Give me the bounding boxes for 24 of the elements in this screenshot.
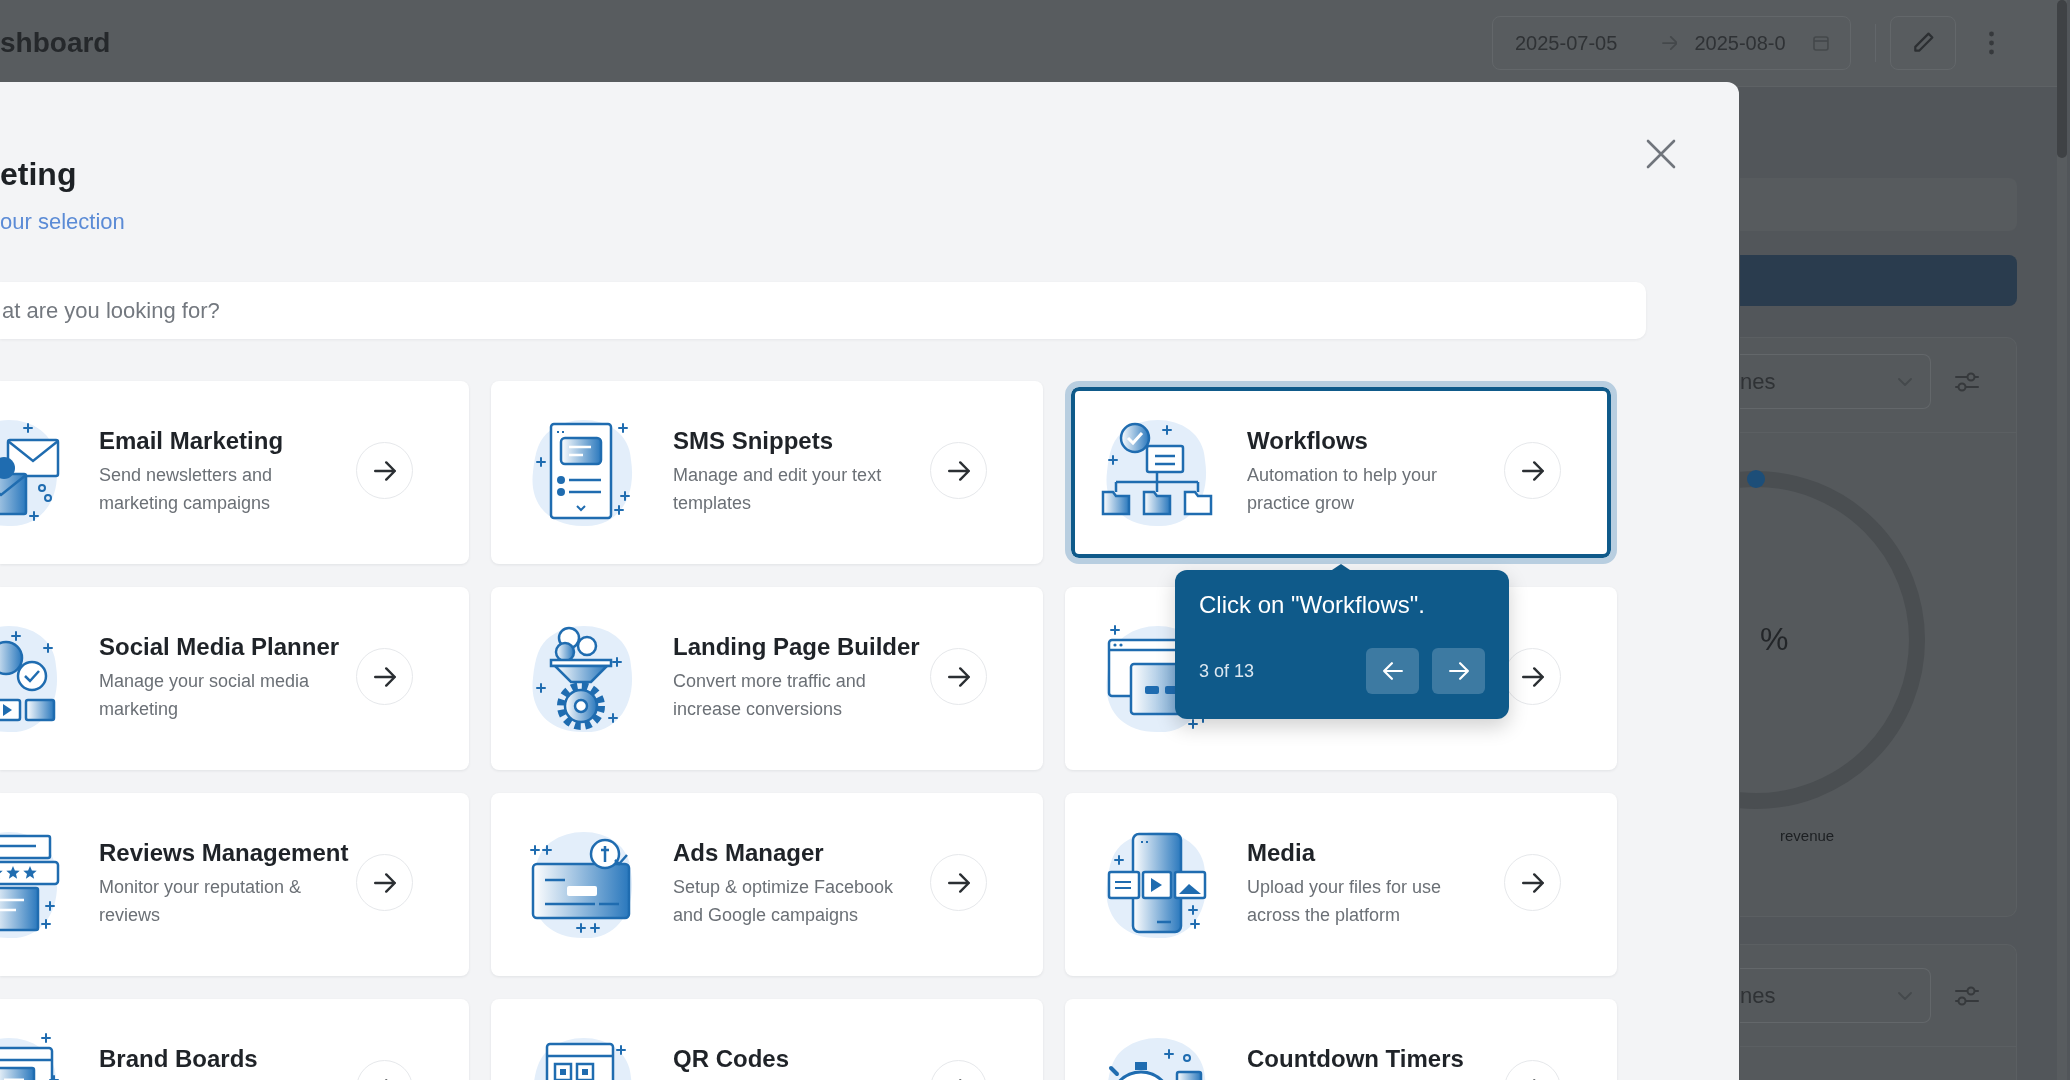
card-description: Upload your files for use across the platform — [1247, 876, 1443, 927]
card-title: Social Media Planner — [99, 632, 340, 662]
card-title: Landing Page Builder — [673, 632, 920, 662]
modal-title: eting — [0, 155, 77, 194]
card-title: QR Codes — [673, 1044, 789, 1074]
card-title: Ads Manager — [673, 838, 824, 868]
card-title: Media — [1247, 838, 1315, 868]
card-title: Email Marketing — [99, 426, 284, 456]
card-title: Brand Boards — [99, 1044, 258, 1074]
card-description: Convert more traffic and increase conversions — [673, 670, 867, 721]
card-title: Reviews Management — [99, 838, 349, 868]
gauge-caption: revenue — [1779, 827, 1836, 845]
card-description: Automation to help your practice grow — [1247, 464, 1439, 515]
card-description: Monitor your reputation & reviews — [99, 876, 303, 927]
card-title: SMS Snippets — [673, 426, 834, 456]
step-counter: 3 of 13 — [1199, 660, 1255, 682]
tooltip-message: Click on "Workflows". — [1199, 590, 1426, 620]
card-description: Manage your social media marketing — [99, 670, 311, 721]
card-title: Countdown Timers — [1247, 1044, 1464, 1074]
card-title: Workflows — [1247, 426, 1368, 456]
card-description: Manage and edit your text templates — [673, 464, 883, 515]
card-description: Setup & optimize Facebook and Google campaigns — [673, 876, 895, 927]
card-description: Send newsletters and marketing campaigns — [99, 464, 274, 515]
gauge-value: % — [1760, 620, 1789, 658]
